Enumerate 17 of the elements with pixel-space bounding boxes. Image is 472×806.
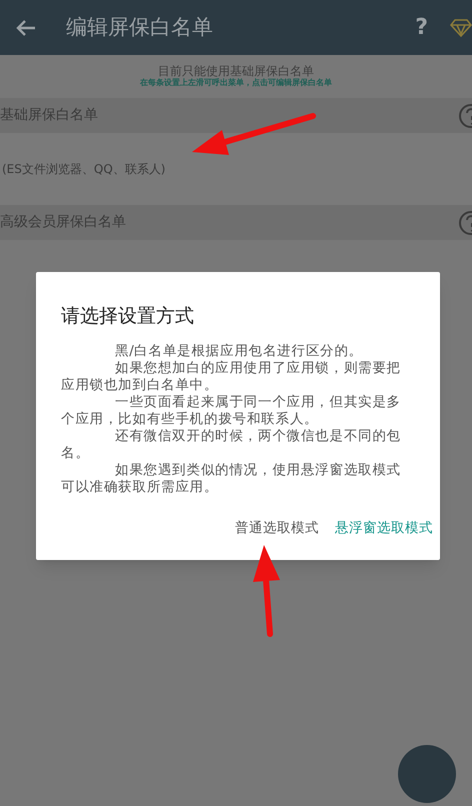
dialog-title: 请选择设置方式 bbox=[61, 304, 195, 329]
help-icon[interactable] bbox=[458, 102, 472, 128]
dialog-paragraph: 黑/白名单是根据应用包名进行区分的。 bbox=[114, 342, 364, 360]
dialog-paragraph: 还有微信双开的时候，两个微信也是不同的包名。 bbox=[61, 428, 402, 462]
notice-text: 目前只能使用基础屏保白名单 bbox=[158, 64, 314, 78]
dialog-paragraph: 一些页面看起来属于同一个应用，但其实是多个应用，比如有些手机的拨号和联系人。 bbox=[61, 394, 402, 428]
dialog-paragraph: 如果您想加白的应用使用了应用锁，则需要把应用锁也加到白名单中。 bbox=[61, 360, 402, 394]
item-text: (ES文件浏览器、QQ、联系人) bbox=[1, 161, 166, 178]
hint-text: 在每条设置上左滑可呼出菜单，点击可编辑屏保白名单 bbox=[140, 78, 332, 88]
dialog-button[interactable]: 普通选取模式 bbox=[235, 518, 319, 538]
dialog-button[interactable]: 悬浮窗选取模式 bbox=[335, 518, 433, 538]
help-button[interactable]: ? bbox=[415, 11, 428, 44]
back-icon[interactable] bbox=[16, 18, 36, 36]
diamond-icon[interactable] bbox=[450, 18, 472, 36]
help-icon[interactable] bbox=[458, 210, 472, 236]
screen-title: 编辑屏保白名单 bbox=[66, 14, 214, 41]
dialog-paragraph: 如果您遇到类似的情况，使用悬浮窗选取模式可以准确获取所需应用。 bbox=[61, 462, 402, 496]
